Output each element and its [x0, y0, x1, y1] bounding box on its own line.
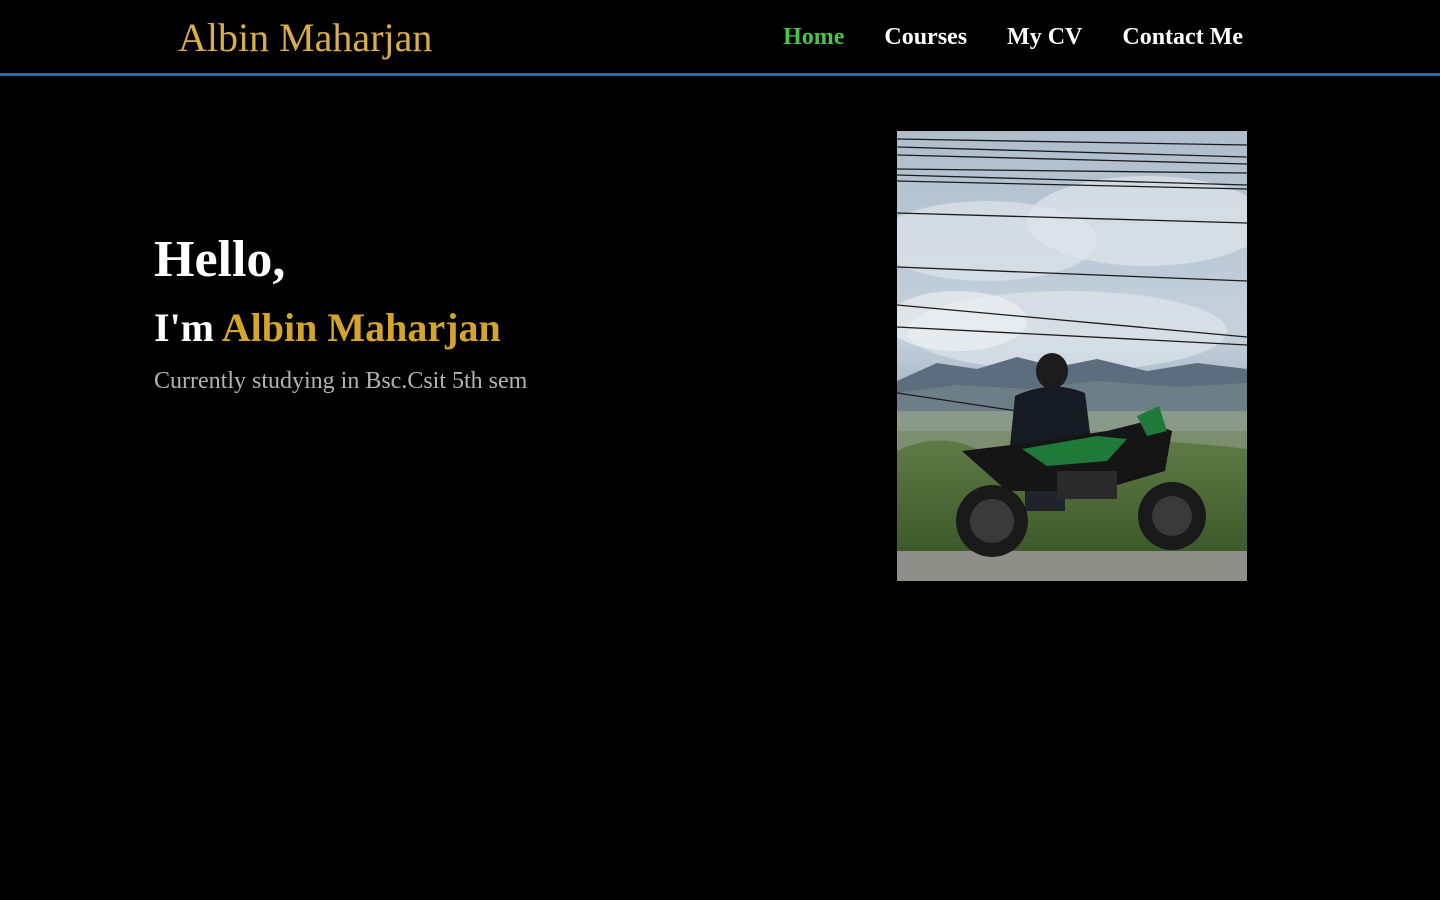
hero-intro: I'm Albin Maharjan	[154, 304, 527, 352]
nav-menu: Home Courses My CV Contact Me	[783, 22, 1243, 52]
nav-link-courses[interactable]: Courses	[884, 22, 967, 52]
hero-greeting: Hello,	[154, 231, 286, 288]
hero-subtitle: Currently studying in Bsc.Csit 5th sem	[154, 368, 528, 394]
nav-link-contact-me[interactable]: Contact Me	[1122, 22, 1243, 52]
brand-logo-link[interactable]: Albin Maharjan	[178, 14, 432, 62]
profile-photo	[897, 131, 1247, 581]
hero-section: Hello, I'm Albin Maharjan Currently stud…	[154, 228, 527, 396]
hero-name: Albin Maharjan	[221, 305, 501, 350]
navbar: Albin Maharjan Home Courses My CV Contac…	[0, 0, 1440, 76]
nav-link-home[interactable]: Home	[783, 22, 844, 52]
hero-intro-prefix: I'm	[154, 305, 222, 350]
nav-link-my-cv[interactable]: My CV	[1007, 22, 1082, 52]
